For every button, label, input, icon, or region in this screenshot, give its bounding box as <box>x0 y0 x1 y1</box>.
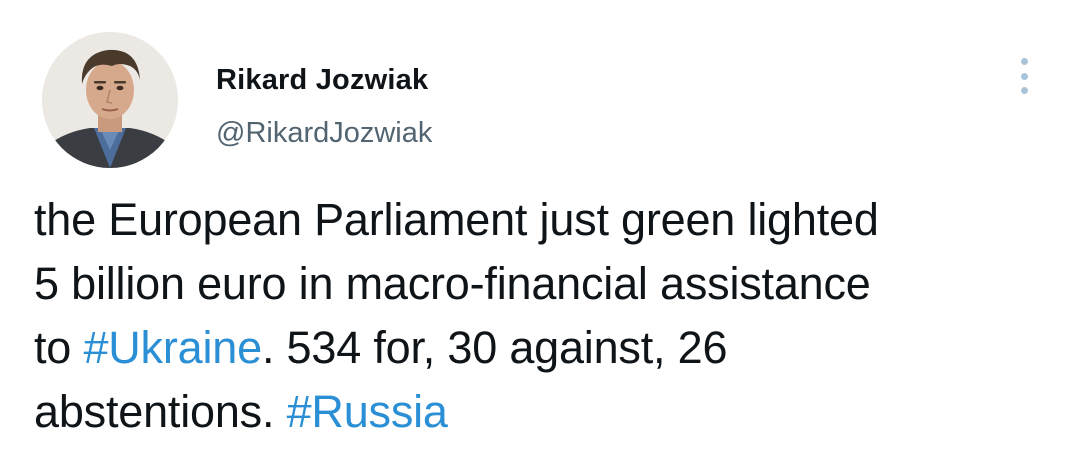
tweet-text-segment: . 534 for, 30 against, 26 <box>261 322 728 373</box>
author-display-name[interactable]: Rikard Jozwiak <box>216 64 428 97</box>
hashtag-russia-link[interactable]: #Russia <box>287 386 448 437</box>
tweet-text-line: abstentions. #Russia <box>34 380 1064 444</box>
tweet-text-segment: to <box>34 322 84 373</box>
avatar-portrait-image <box>42 32 178 168</box>
tweet-text-line: 5 billion euro in macro-financial assist… <box>34 252 1064 316</box>
more-vertical-icon-dot <box>1020 87 1028 94</box>
tweet-text-segment: 5 billion euro in macro-financial assist… <box>34 258 871 309</box>
tweet-text-segment: abstentions. <box>34 386 287 437</box>
more-vertical-icon <box>1020 58 1028 65</box>
more-vertical-icon-dot <box>1020 72 1028 80</box>
author-handle[interactable]: @RikardJozwiak <box>216 117 432 150</box>
tweet-card: Rikard Jozwiak @RikardJozwiak the Europe… <box>0 0 1080 475</box>
tweet-text: the European Parliament just green light… <box>34 188 1064 444</box>
hashtag-ukraine-link[interactable]: #Ukraine <box>83 322 262 373</box>
tweet-text-line: to #Ukraine. 534 for, 30 against, 26 <box>34 316 1064 380</box>
tweet-text-segment: the European Parliament just green light… <box>34 194 879 245</box>
avatar[interactable] <box>42 32 178 168</box>
more-options-button[interactable] <box>1008 56 1040 96</box>
tweet-text-line: the European Parliament just green light… <box>34 188 1064 252</box>
